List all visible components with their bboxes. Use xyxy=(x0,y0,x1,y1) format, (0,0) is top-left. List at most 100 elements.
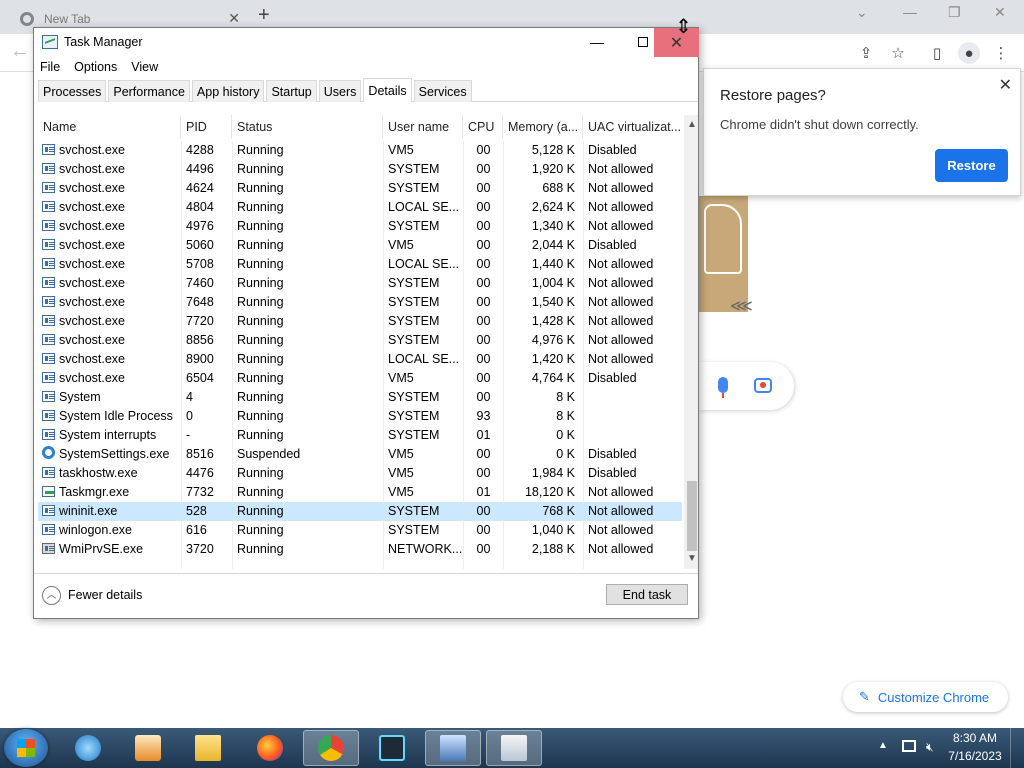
scroll-down-arrow-icon[interactable]: ▼ xyxy=(684,553,698,567)
table-row[interactable]: taskhostw.exe 4476 Running VM5 00 1,984 K Disa… xyxy=(38,464,682,483)
table-row[interactable]: svchost.exe 5708 Running LOCAL SE... 00 1,440… xyxy=(38,255,682,274)
search-box-tools xyxy=(698,362,794,410)
column-header-status[interactable]: Status xyxy=(232,115,383,139)
volume-muted-icon[interactable]: 🔇︎ xyxy=(926,740,934,755)
process-name: svchost.exe xyxy=(59,181,126,195)
table-row[interactable]: svchost.exe 5060 Running VM5 00 2,044 K Disabl… xyxy=(38,236,682,255)
table-row[interactable]: svchost.exe 7648 Running SYSTEM 00 1,540 K Not… xyxy=(38,293,682,312)
table-row[interactable]: svchost.exe 4804 Running LOCAL SE... 00 2,624… xyxy=(38,198,682,217)
table-row[interactable]: svchost.exe 7720 Running SYSTEM 00 1,428 K Not… xyxy=(38,312,682,331)
column-header-cpu[interactable]: CPU xyxy=(463,115,503,139)
share-page-icon[interactable]: ⇪ xyxy=(855,42,877,64)
chrome-menu-icon[interactable]: ⋮ xyxy=(990,42,1012,64)
new-tab-plus-icon[interactable]: + xyxy=(258,4,270,27)
fewer-details-link[interactable]: Fewer details xyxy=(68,588,142,602)
tab-search-chevron-icon[interactable]: ⌄ xyxy=(856,4,868,21)
menu-bar: File Options View xyxy=(34,56,698,78)
process-icon xyxy=(42,277,55,288)
bookmark-star-icon[interactable]: ☆ xyxy=(887,42,909,64)
cell-pid: 4976 xyxy=(186,219,214,233)
taskbar-firefox[interactable] xyxy=(242,730,298,766)
minimize-button[interactable]: — xyxy=(574,28,620,56)
column-header-uac-virtualization[interactable]: UAC virtualizat... xyxy=(583,115,682,139)
chrome-close-icon[interactable]: ✕ xyxy=(994,4,1006,21)
table-row[interactable]: svchost.exe 4976 Running SYSTEM 00 1,340 K Not… xyxy=(38,217,682,236)
taskbar-file-explorer[interactable] xyxy=(180,730,236,766)
table-row[interactable]: System 4 Running SYSTEM 00 8 K xyxy=(38,388,682,407)
column-header-name[interactable]: Name xyxy=(38,115,181,139)
tab-performance[interactable]: Performance xyxy=(108,80,190,102)
tab-users[interactable]: Users xyxy=(318,80,362,102)
customize-chrome-button[interactable]: ✎ Customize Chrome xyxy=(843,682,1008,712)
taskbar-task-manager[interactable] xyxy=(486,730,542,766)
taskbar-chrome[interactable] xyxy=(303,730,359,766)
table-row[interactable]: svchost.exe 7460 Running SYSTEM 00 1,004 K Not… xyxy=(38,274,682,293)
tab-services[interactable]: Services xyxy=(413,80,472,102)
firefox-icon xyxy=(257,735,283,761)
scroll-up-arrow-icon[interactable]: ▲ xyxy=(684,119,698,133)
table-row[interactable]: svchost.exe 8856 Running SYSTEM 00 4,976 K Not… xyxy=(38,331,682,350)
taskbar-media-player[interactable] xyxy=(120,730,176,766)
task-manager-titlebar[interactable]: Task Manager — ✕ xyxy=(34,28,699,57)
chrome-restore-icon[interactable]: ❐ xyxy=(948,4,961,21)
cell-status: Running xyxy=(237,371,284,385)
table-row[interactable]: svchost.exe 4496 Running SYSTEM 00 1,920 K Not… xyxy=(38,160,682,179)
table-row[interactable]: svchost.exe 6504 Running VM5 00 4,764 K Disabl… xyxy=(38,369,682,388)
chrome-minimize-icon[interactable]: — xyxy=(903,4,917,20)
taskbar-react-app[interactable] xyxy=(364,730,420,766)
profile-avatar-icon[interactable]: ● xyxy=(958,42,980,64)
cell-pid: 0 xyxy=(186,409,193,423)
chrome-tab-title: New Tab xyxy=(44,12,91,26)
end-task-button[interactable]: End task xyxy=(606,584,688,605)
column-header-pid[interactable]: PID xyxy=(181,115,232,139)
table-row[interactable]: SystemSettings.exe 8516 Suspended VM5 00 0 K D… xyxy=(38,445,682,464)
tab-startup[interactable]: Startup xyxy=(266,80,317,102)
chevron-up-circle-icon[interactable]: ︿ xyxy=(42,586,61,605)
clock-time[interactable]: 8:30 AM xyxy=(952,731,998,745)
tab-close-icon[interactable]: ✕ xyxy=(228,10,240,27)
show-hidden-icons-arrow-icon[interactable]: ▲ xyxy=(878,740,888,751)
table-row[interactable]: System Idle Process 0 Running SYSTEM 93 8 K xyxy=(38,407,682,426)
task-manager-icon xyxy=(501,735,527,761)
table-row[interactable]: Taskmgr.exe 7732 Running VM5 01 18,120 K Not a… xyxy=(38,483,682,502)
voice-search-mic-icon[interactable] xyxy=(718,377,728,398)
atom-icon xyxy=(379,735,405,761)
doodle-share-icon[interactable]: ⋘ xyxy=(730,296,753,316)
column-header-user-name[interactable]: User name xyxy=(383,115,463,139)
start-button[interactable] xyxy=(4,729,48,767)
gear-icon xyxy=(42,446,55,459)
tab-app-history[interactable]: App history xyxy=(191,80,265,102)
table-row[interactable]: System interrupts - Running SYSTEM 01 0 K xyxy=(38,426,682,445)
process-icon xyxy=(42,315,55,326)
back-arrow-icon[interactable]: ← xyxy=(10,40,30,63)
clock-date[interactable]: 7/16/2023 xyxy=(944,749,1006,763)
cell-uac: Not allowed xyxy=(588,181,654,195)
taskbar-internet-explorer[interactable] xyxy=(60,730,116,766)
network-icon[interactable] xyxy=(902,740,916,752)
tab-processes[interactable]: Processes xyxy=(38,80,107,102)
table-row[interactable]: WmiPrvSE.exe 3720 Running NETWORK... 00 2,188… xyxy=(38,540,682,559)
table-row[interactable]: winlogon.exe 616 Running SYSTEM 00 1,040 K Not… xyxy=(38,521,682,540)
table-row[interactable]: svchost.exe 4288 Running VM5 00 5,128 K Disabl… xyxy=(38,141,682,160)
cell-uac: Not allowed xyxy=(588,504,654,518)
table-row[interactable]: wininit.exe 528 Running SYSTEM 00 768 K Not al… xyxy=(38,502,682,521)
cell-status: Running xyxy=(237,542,284,556)
cell-cpu: 00 xyxy=(476,542,491,556)
side-panel-icon[interactable]: ▯ xyxy=(926,42,948,64)
table-row[interactable]: svchost.exe 4624 Running SYSTEM 00 688 K Not a… xyxy=(38,179,682,198)
column-header-memory[interactable]: Memory (a... xyxy=(503,115,583,139)
scrollbar-thumb[interactable] xyxy=(687,481,697,551)
menu-file[interactable]: File xyxy=(40,60,60,74)
menu-options[interactable]: Options xyxy=(74,60,117,74)
cell-memory: 2,044 K xyxy=(531,238,575,252)
cell-user: SYSTEM xyxy=(388,181,440,195)
vertical-scrollbar[interactable]: ▲ ▼ xyxy=(684,115,698,569)
tab-details[interactable]: Details xyxy=(363,78,412,102)
restore-button[interactable]: Restore xyxy=(935,149,1008,182)
google-lens-icon[interactable] xyxy=(754,378,772,393)
menu-view[interactable]: View xyxy=(131,60,158,74)
restore-dialog-close-icon[interactable]: ✕ xyxy=(999,75,1012,95)
show-desktop-button[interactable] xyxy=(1010,728,1024,768)
table-row[interactable]: svchost.exe 8900 Running LOCAL SE... 00 1,420… xyxy=(38,350,682,369)
taskbar-remote-desktop[interactable] xyxy=(425,730,481,766)
